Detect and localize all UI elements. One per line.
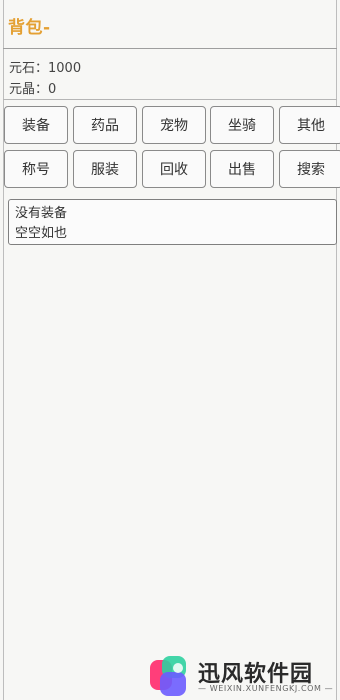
- yuanjing-balance: 元晶：0: [9, 82, 57, 97]
- tab-pet-label: 宠物: [160, 118, 188, 134]
- search-label: 搜索: [297, 162, 325, 178]
- sell-label: 出售: [228, 162, 256, 178]
- title-divider: [3, 48, 337, 49]
- tab-equipment-button[interactable]: 装备: [4, 106, 68, 144]
- sell-button[interactable]: 出售: [210, 150, 274, 188]
- tab-mount-label: 坐骑: [228, 118, 256, 134]
- tab-medicine-button[interactable]: 药品: [73, 106, 137, 144]
- page-title: 背包-: [8, 18, 51, 38]
- tab-other-label: 其他: [297, 118, 325, 134]
- tab-other-button[interactable]: 其他: [279, 106, 340, 144]
- empty-message-line1: 没有装备: [15, 206, 68, 221]
- brand-logo-icon: [150, 656, 186, 696]
- tab-medicine-label: 药品: [91, 118, 119, 134]
- tab-mount-button[interactable]: 坐骑: [210, 106, 274, 144]
- stats-divider: [3, 99, 337, 100]
- tab-pet-button[interactable]: 宠物: [142, 106, 206, 144]
- yuanshi-balance: 元石：1000: [9, 61, 82, 76]
- watermark: 迅风软件园 — WEIXIN.XUNFENGKJ.COM —: [148, 654, 338, 698]
- tab-title-button[interactable]: 称号: [4, 150, 68, 188]
- tab-costume-label: 服装: [91, 162, 119, 178]
- app-frame: [3, 0, 337, 700]
- search-button[interactable]: 搜索: [279, 150, 340, 188]
- tab-equipment-label: 装备: [22, 118, 50, 134]
- tab-costume-button[interactable]: 服装: [73, 150, 137, 188]
- empty-inventory-panel: 没有装备 空空如也: [8, 199, 337, 245]
- tab-title-label: 称号: [22, 162, 50, 178]
- watermark-url-text: — WEIXIN.XUNFENGKJ.COM —: [198, 684, 334, 693]
- empty-message-line2: 空空如也: [15, 226, 68, 241]
- recycle-label: 回收: [160, 162, 188, 178]
- recycle-button[interactable]: 回收: [142, 150, 206, 188]
